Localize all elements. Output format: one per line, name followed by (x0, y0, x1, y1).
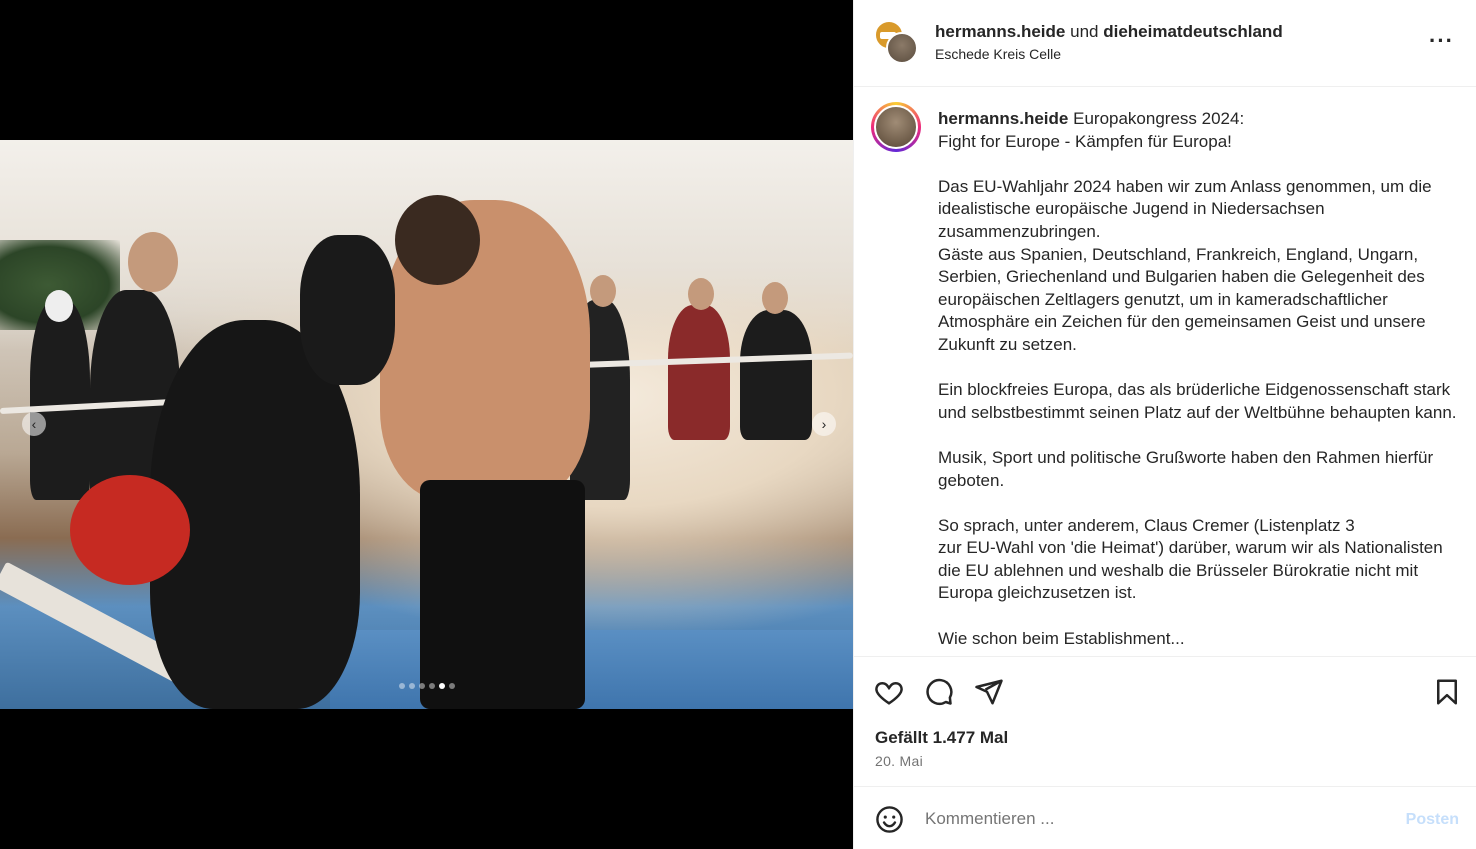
post-photo[interactable]: ‹ › (0, 140, 853, 709)
location-link[interactable]: Eschede Kreis Celle (935, 46, 1061, 62)
collab-usernames: hermanns.heide und dieheimatdeutschland (935, 22, 1283, 42)
bookmark-icon[interactable] (1432, 677, 1462, 707)
caption-body: Europakongress 2024: Fight for Europe - … (938, 109, 1457, 648)
share-icon[interactable] (974, 677, 1004, 707)
username-link[interactable]: dieheimatdeutschland (1103, 22, 1282, 41)
spectator-head (45, 290, 73, 322)
avatar[interactable] (871, 102, 921, 152)
post-details-panel: hermanns.heide und dieheimatdeutschland … (853, 0, 1476, 849)
caption-username[interactable]: hermanns.heide (938, 109, 1068, 128)
boxing-glove-red (70, 475, 190, 585)
username-link[interactable]: hermanns.heide (935, 22, 1065, 41)
carousel-dots (0, 683, 853, 689)
comment-bar: Posten (854, 786, 1476, 849)
action-bar: Gefällt 1.477 Mal 20. Mai (854, 656, 1476, 786)
spectator (30, 300, 90, 500)
fighter-head (395, 195, 480, 285)
carousel-dot[interactable] (418, 683, 425, 689)
collab-avatars[interactable] (874, 20, 918, 64)
comment-icon[interactable] (924, 677, 954, 707)
spectator-head (590, 275, 616, 307)
more-options-icon[interactable]: ··· (1429, 28, 1454, 54)
spectator (740, 310, 812, 440)
previous-slide-icon[interactable]: ‹ (22, 412, 46, 436)
next-slide-icon[interactable]: › (812, 412, 836, 436)
fighter-right-shorts (420, 480, 585, 709)
post-button[interactable]: Posten (1406, 811, 1459, 829)
spectator (668, 305, 730, 440)
comment-input[interactable] (925, 809, 1385, 829)
carousel-dot[interactable] (448, 683, 455, 689)
media-panel: ‹ › (0, 0, 853, 849)
like-count[interactable]: Gefällt 1.477 Mal (875, 728, 1008, 748)
joiner-text: und (1070, 22, 1099, 41)
carousel-dot[interactable] (408, 683, 415, 689)
emoji-icon[interactable] (875, 805, 904, 834)
caption-scroll[interactable]: hermanns.heide Europakongress 2024: Figh… (854, 88, 1476, 656)
carousel-dot[interactable] (428, 683, 435, 689)
carousel-dot[interactable] (398, 683, 405, 689)
spectator-head (688, 278, 714, 310)
spectator-head (762, 282, 788, 314)
post-date[interactable]: 20. Mai (875, 753, 923, 769)
boxing-glove-black (300, 235, 395, 385)
post-header: hermanns.heide und dieheimatdeutschland … (854, 0, 1476, 87)
spectator-head (128, 232, 178, 292)
avatar[interactable] (886, 32, 918, 64)
carousel-dot[interactable] (438, 683, 445, 689)
caption: hermanns.heide Europakongress 2024: Figh… (938, 108, 1458, 650)
heart-icon[interactable] (874, 677, 904, 707)
ring-floor (330, 630, 853, 709)
